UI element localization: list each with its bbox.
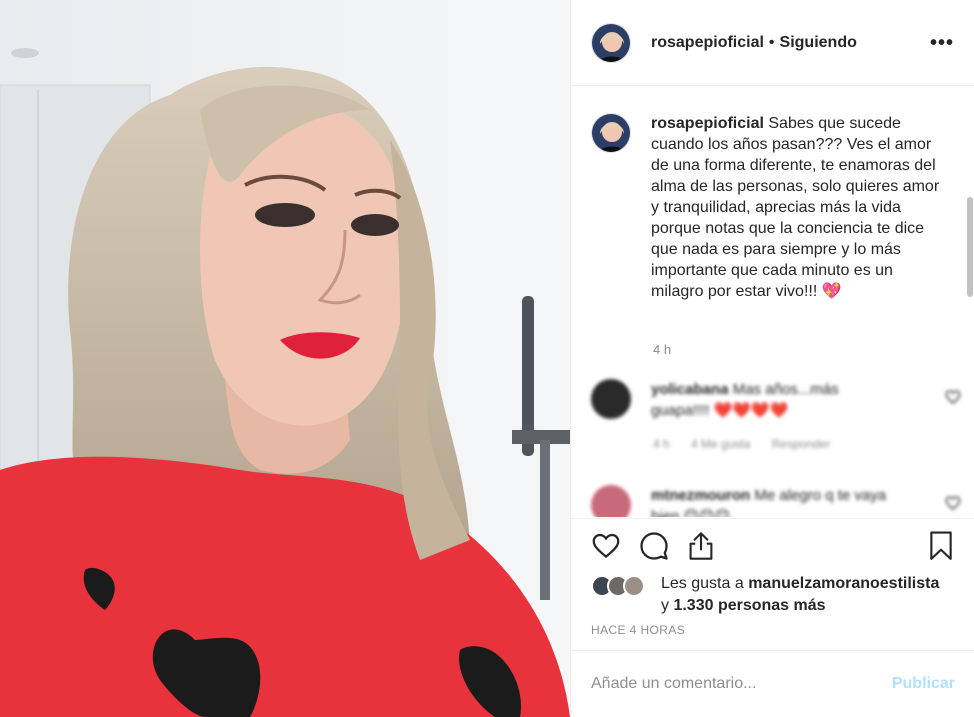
header-separator: •	[768, 33, 775, 51]
action-icons	[591, 531, 961, 565]
sparkling-heart-emoji: 💖	[821, 283, 842, 300]
post-header: rosapepioficial • Siguiendo	[571, 0, 974, 86]
liker-avatars[interactable]	[591, 573, 651, 599]
caption-text-block: rosapepioficial Sabes que sucede cuando …	[651, 113, 941, 302]
likes-prefix: Les gusta a	[661, 575, 744, 592]
likes-user[interactable]: manuelzamoranoestilista	[748, 575, 939, 592]
comment-username[interactable]: mtnezmouron	[651, 487, 750, 504]
likes-text: Les gusta a manuelzamoranoestilista y 1.…	[661, 573, 939, 617]
post-actions: Les gusta a manuelzamoranoestilista y 1.…	[571, 518, 974, 650]
publish-button[interactable]: Publicar	[892, 675, 955, 693]
comment-text-block: mtnezmouron Me alegro q te vaya bien 😊😊😊	[651, 485, 901, 517]
comment-meta: 4 h 4 Me gusta Responder	[653, 437, 848, 451]
photo-image	[0, 0, 570, 717]
commenter-avatar[interactable]	[591, 485, 631, 517]
comments-scrollbar[interactable]	[967, 197, 973, 297]
post-timestamp[interactable]: HACE 4 HORAS	[591, 623, 685, 637]
reply-button[interactable]: Responder	[772, 437, 831, 451]
comment-time[interactable]: 4 h	[653, 437, 670, 451]
comment-input[interactable]	[591, 675, 892, 693]
post-caption: rosapepioficial Sabes que sucede cuando …	[591, 113, 951, 302]
add-comment-bar: Publicar	[571, 650, 974, 717]
comment-text-block: yolicabana Mas años...más guapa!!!! ❤️❤️…	[651, 379, 901, 421]
comments-list[interactable]: rosapepioficial Sabes que sucede cuando …	[571, 87, 974, 517]
likes-conjunction: y	[661, 597, 669, 614]
post-photo	[0, 0, 570, 717]
author-username[interactable]: rosapepioficial	[651, 34, 764, 52]
comment-username[interactable]: yolicabana	[651, 381, 729, 398]
comment-likes[interactable]: 4 Me gusta	[691, 437, 750, 451]
caption-avatar[interactable]	[591, 113, 631, 153]
caption-avatar-image	[592, 114, 630, 152]
author-avatar[interactable]	[591, 22, 631, 63]
heart-outline-icon[interactable]	[591, 531, 621, 561]
comment-like-icon[interactable]	[945, 495, 961, 511]
share-icon[interactable]	[687, 531, 715, 561]
bookmark-icon[interactable]	[929, 531, 953, 561]
likes-count[interactable]: 1.330 personas más	[673, 597, 825, 614]
more-options-icon[interactable]: •••	[930, 33, 954, 53]
liker-avatar[interactable]	[623, 575, 645, 597]
following-button[interactable]: Siguiendo	[780, 34, 857, 52]
comment-item: yolicabana Mas años...más guapa!!!! ❤️❤️…	[591, 379, 961, 451]
caption-text: Sabes que sucede cuando los años pasan??…	[651, 115, 940, 300]
likes-summary: Les gusta a manuelzamoranoestilista y 1.…	[591, 573, 939, 617]
caption-time[interactable]: 4 h	[653, 342, 671, 357]
caption-username[interactable]: rosapepioficial	[651, 115, 764, 132]
post-sidebar: rosapepioficial • Siguiendo ••• rosapepi…	[570, 0, 974, 717]
author-avatar-image	[592, 23, 630, 62]
comment-like-icon[interactable]	[945, 389, 961, 405]
comment-item: mtnezmouron Me alegro q te vaya bien 😊😊😊	[591, 485, 961, 517]
commenter-avatar[interactable]	[591, 379, 631, 419]
comment-icon[interactable]	[639, 531, 669, 561]
